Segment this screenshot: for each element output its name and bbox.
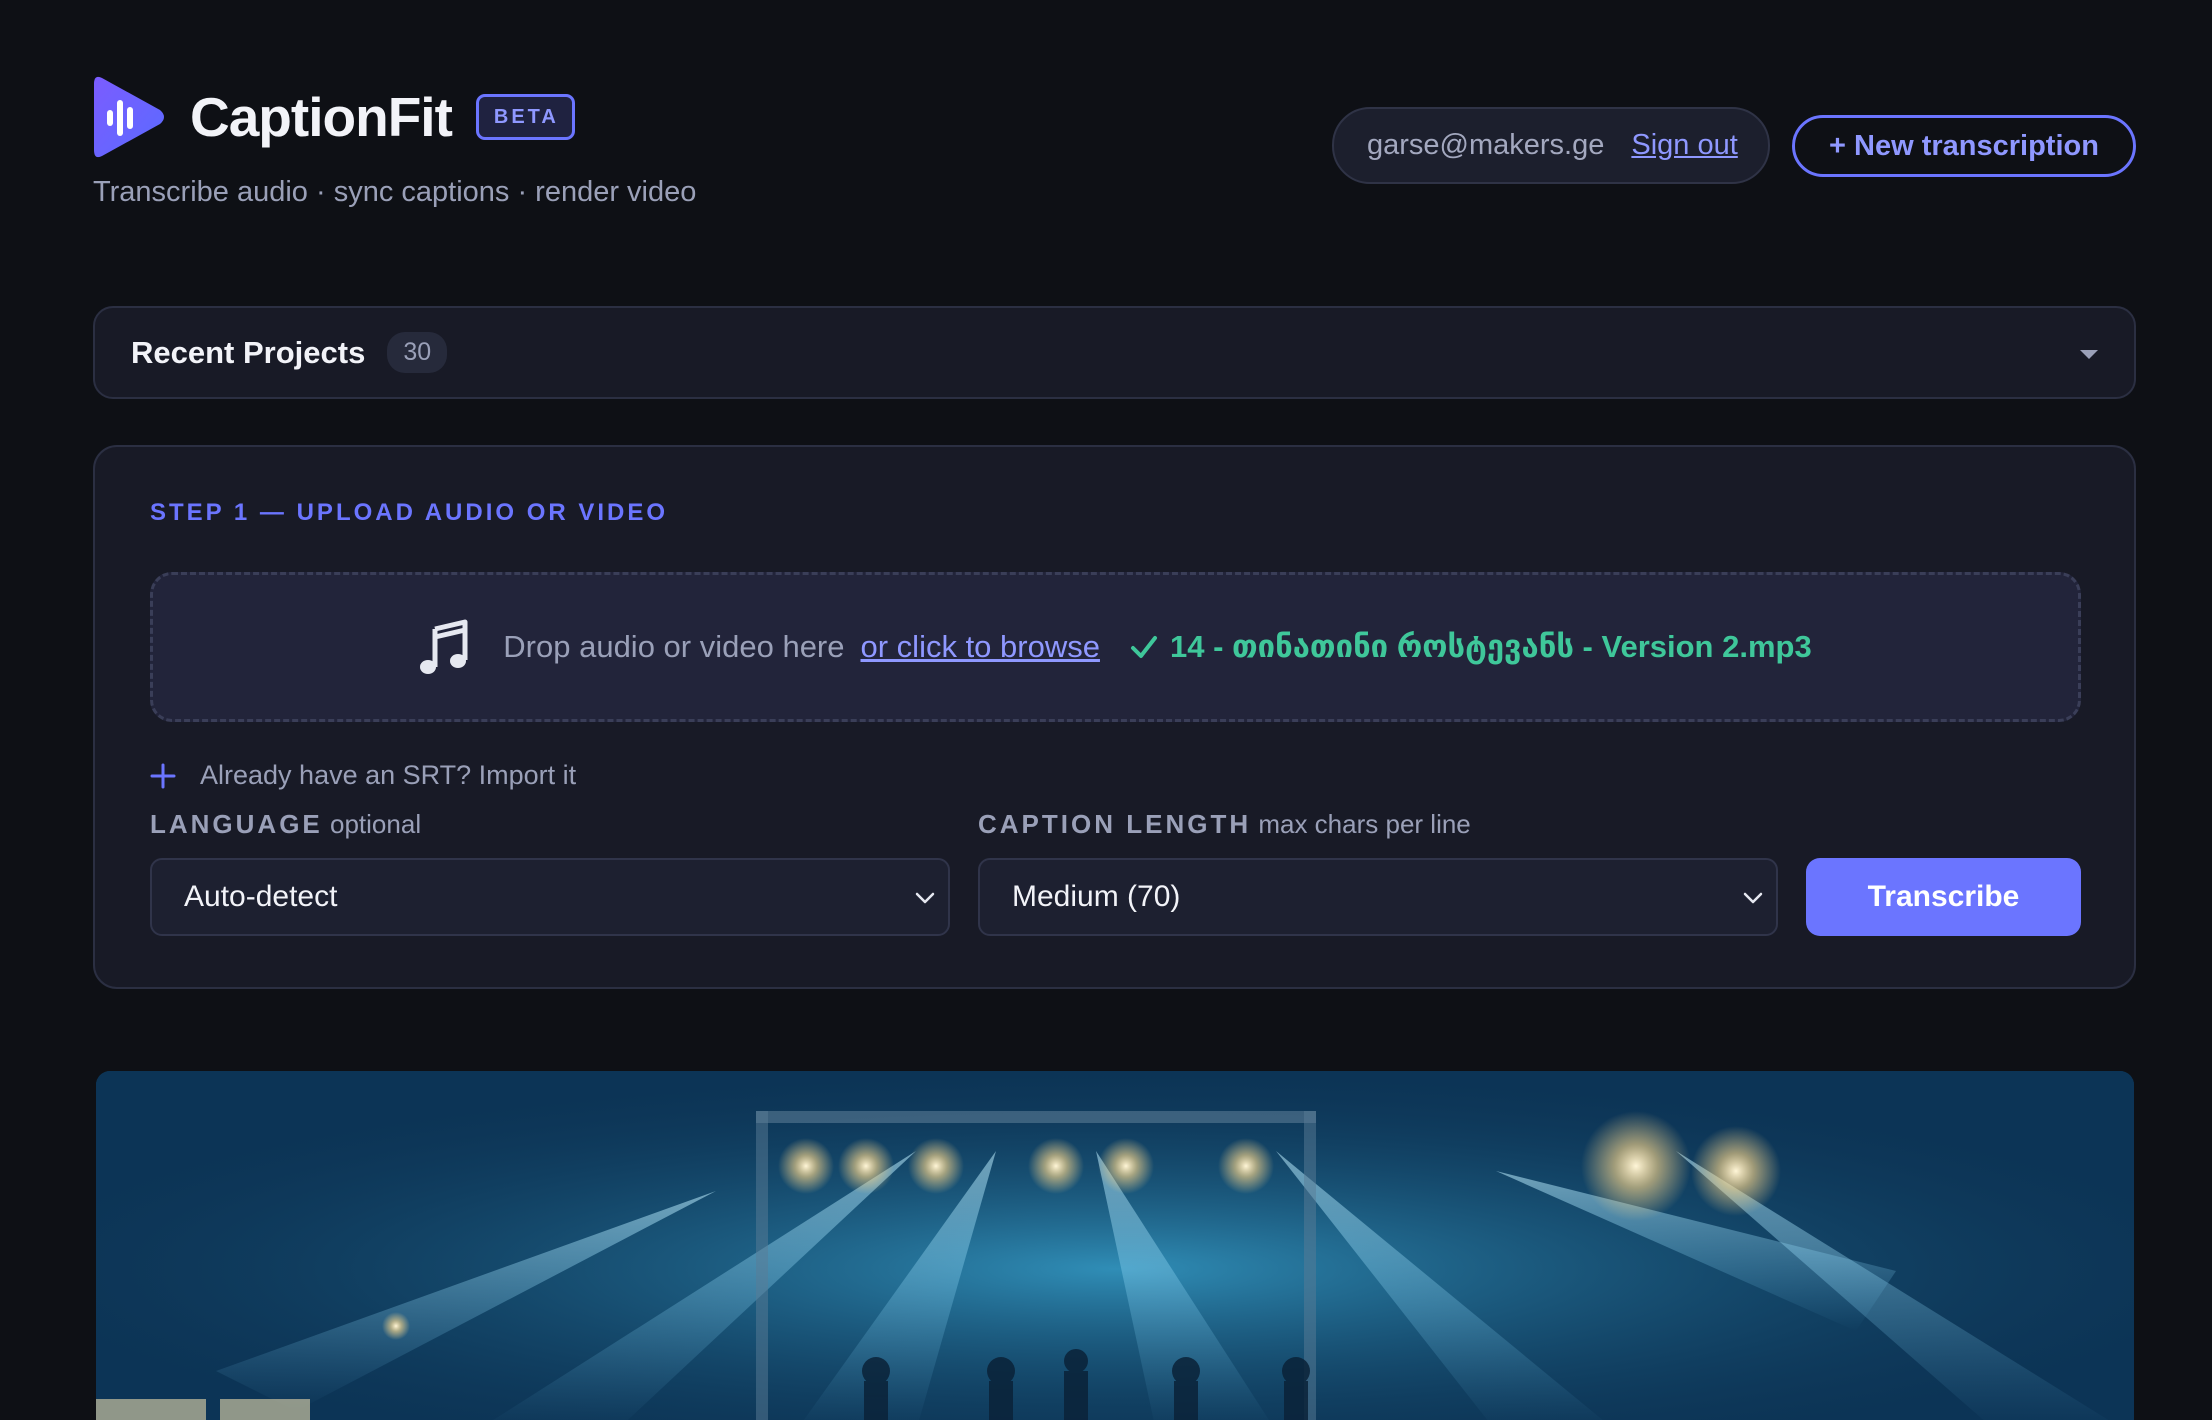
caption-length-label: CAPTION LENGTH max chars per line [978,809,1471,840]
recent-projects-panel[interactable]: Recent Projects 30 [93,306,2136,399]
video-preview[interactable] [96,1071,2134,1420]
step-label: STEP 1 — UPLOAD AUDIO OR VIDEO [150,499,669,526]
srt-import-label: Already have an SRT? Import it [200,760,577,790]
chevron-down-icon [1743,892,1763,904]
caption-length-hint: max chars per line [1258,809,1471,839]
plus-icon [150,763,176,788]
user-email: garse@makers.ge [1367,129,1605,161]
uploaded-file-name: 14 - თინათინი როსტევანს - Version 2.mp3 [1169,629,1812,664]
language-select-value: Auto-detect [184,880,338,913]
account-pill: garse@makers.ge Sign out [1332,107,1770,184]
music-note-icon [420,619,468,674]
brand: CaptionFit BETA [94,74,575,160]
tagline: Transcribe audio · sync captions · rende… [93,176,697,208]
concert-stage-image [96,1071,2134,1420]
file-dropzone[interactable]: Drop audio or video here or click to bro… [150,572,2081,722]
logo-play-waveform-icon [94,76,164,158]
transcribe-button[interactable]: Transcribe [1806,858,2081,936]
new-transcription-button[interactable]: + New transcription [1792,115,2136,177]
language-label-text: LANGUAGE [150,809,323,839]
recent-projects-count: 30 [387,332,448,373]
upload-step-card: STEP 1 — UPLOAD AUDIO OR VIDEO Drop audi… [93,445,2136,989]
checkmark-icon [1130,636,1157,658]
drop-instruction: Drop audio or video here [503,629,845,664]
app-title: CaptionFit [190,86,453,148]
browse-link[interactable]: or click to browse [861,629,1100,665]
chevron-down-icon [915,892,935,904]
caret-down-icon [2080,350,2098,359]
language-hint: optional [330,809,422,839]
beta-badge: BETA [475,94,575,140]
sign-out-link[interactable]: Sign out [1631,129,1737,162]
caption-length-select-value: Medium (70) [1012,880,1181,913]
caption-length-label-text: CAPTION LENGTH [978,809,1252,839]
language-label: LANGUAGE optional [150,809,421,840]
recent-projects-title: Recent Projects [131,334,366,370]
language-select[interactable]: Auto-detect [150,858,950,936]
caption-length-select[interactable]: Medium (70) [978,858,1778,936]
srt-import-link[interactable]: Already have an SRT? Import it [150,760,576,791]
